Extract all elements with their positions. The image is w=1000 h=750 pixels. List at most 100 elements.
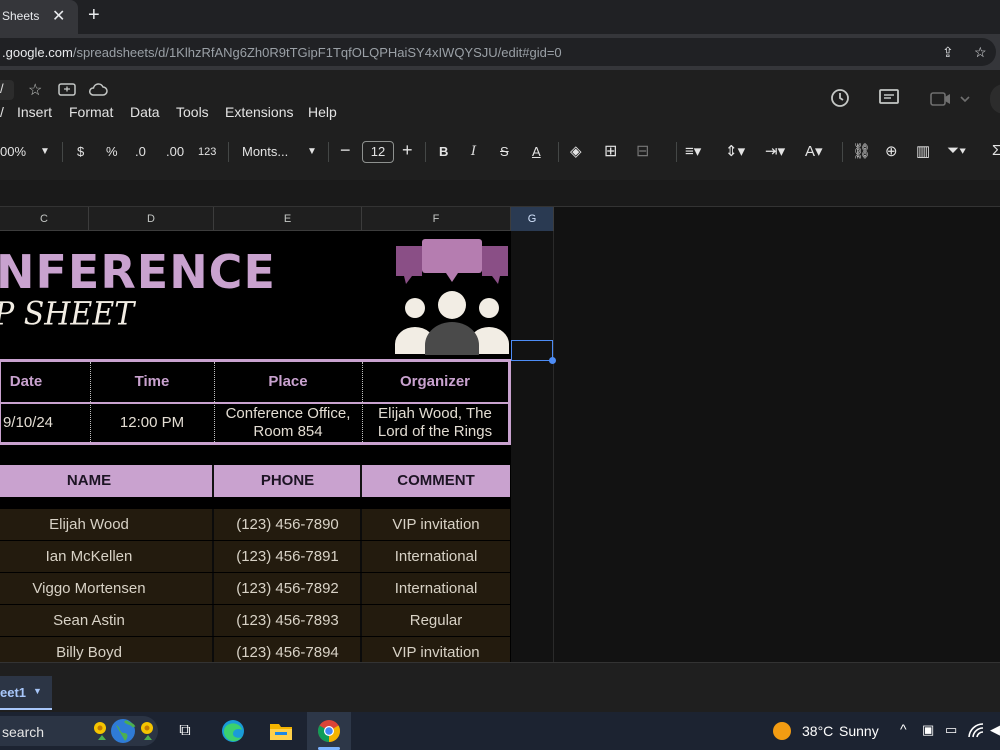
guest-header-phone[interactable]: PHONE: [214, 465, 361, 497]
wifi-icon[interactable]: [968, 723, 984, 739]
currency-button[interactable]: $: [77, 144, 84, 159]
functions-icon[interactable]: Σ: [992, 142, 1000, 159]
bold-icon[interactable]: B: [439, 144, 448, 159]
weather-temperature[interactable]: 38°C: [802, 723, 833, 739]
horizontal-scrollbar[interactable]: [0, 662, 1000, 676]
guest-comment[interactable]: International: [362, 573, 510, 604]
guest-comment[interactable]: International: [362, 541, 510, 572]
strikethrough-icon[interactable]: S: [500, 144, 509, 159]
merge-cells-icon[interactable]: ⊟: [636, 141, 649, 161]
menu-format[interactable]: Format: [69, 104, 113, 120]
info-value-date[interactable]: 9/10/24: [0, 404, 67, 442]
column-header-d[interactable]: D: [89, 207, 214, 231]
font-size-input[interactable]: 12: [362, 141, 394, 163]
guest-name[interactable]: Viggo Mortensen: [0, 573, 178, 604]
menu-fragment[interactable]: /: [0, 104, 4, 120]
bookmark-star-icon[interactable]: ☆: [974, 44, 987, 61]
spreadsheet-grid[interactable]: C D E F G NFERENCE P SHEET Date Time Pla…: [0, 207, 1000, 662]
column-header-f[interactable]: F: [362, 207, 511, 231]
font-select[interactable]: Monts...: [242, 144, 288, 159]
file-explorer-icon[interactable]: [268, 720, 294, 742]
guest-phone[interactable]: (123) 456-7894: [214, 637, 361, 662]
text-rotation-icon[interactable]: A▾: [805, 142, 823, 160]
chrome-icon[interactable]: [317, 719, 341, 743]
vertical-align-icon[interactable]: ⇕▾: [725, 142, 745, 160]
column-g-cells[interactable]: [511, 231, 554, 662]
guest-name[interactable]: Ian McKellen: [0, 541, 178, 572]
doc-title-field[interactable]: /: [0, 80, 14, 100]
guest-phone[interactable]: (123) 456-7892: [214, 573, 361, 604]
tray-overflow-icon[interactable]: ^: [900, 721, 907, 737]
menu-insert[interactable]: Insert: [17, 104, 52, 120]
zoom-select[interactable]: 00%: [0, 144, 26, 159]
guest-phone[interactable]: (123) 456-7891: [214, 541, 361, 572]
info-header-date[interactable]: Date: [0, 362, 61, 402]
move-folder-icon[interactable]: [58, 82, 76, 96]
info-value-place[interactable]: Conference Office, Room 854: [214, 404, 362, 442]
volume-icon[interactable]: ◀: [990, 722, 1000, 738]
meet-now-icon[interactable]: ▣: [922, 722, 934, 738]
menu-extensions[interactable]: Extensions: [225, 104, 293, 120]
table-row[interactable]: Viggo Mortensen (123) 456-7892 Internati…: [0, 573, 510, 604]
table-row[interactable]: Billy Boyd (123) 456-7894 VIP invitation: [0, 637, 510, 662]
sheet-tab[interactable]: eet1 ▼: [0, 676, 52, 710]
info-header-time[interactable]: Time: [90, 362, 214, 402]
table-row[interactable]: Sean Astin (123) 456-7893 Regular: [0, 605, 510, 636]
filter-icon[interactable]: ⏷▾: [947, 142, 966, 159]
text-color-icon[interactable]: A: [532, 144, 541, 159]
sheet-tab-chevron-icon[interactable]: ▼: [33, 686, 42, 696]
menu-tools[interactable]: Tools: [176, 104, 209, 120]
table-row[interactable]: Ian McKellen (123) 456-7891 Internationa…: [0, 541, 510, 572]
comments-icon[interactable]: [878, 88, 900, 108]
insert-link-icon[interactable]: ⛓: [852, 142, 871, 160]
star-icon[interactable]: ☆: [28, 80, 42, 100]
share-icon[interactable]: ⇪: [942, 44, 954, 61]
guest-phone[interactable]: (123) 456-7890: [214, 509, 361, 540]
guest-name[interactable]: Sean Astin: [0, 605, 178, 636]
decrease-decimal-button[interactable]: .0: [135, 144, 146, 159]
fill-handle[interactable]: [549, 357, 556, 364]
info-value-organizer[interactable]: Elijah Wood, The Lord of the Rings: [362, 404, 508, 442]
font-chevron-icon[interactable]: ▼: [307, 146, 317, 157]
font-size-decrease-icon[interactable]: −: [340, 140, 351, 161]
horizontal-align-icon[interactable]: ≡▾: [685, 142, 701, 160]
info-value-time[interactable]: 12:00 PM: [90, 404, 214, 442]
guest-comment[interactable]: Regular: [362, 605, 510, 636]
number-format-button[interactable]: 123: [198, 146, 216, 158]
guest-comment[interactable]: VIP invitation: [362, 509, 510, 540]
info-header-organizer[interactable]: Organizer: [362, 362, 508, 402]
info-header-place[interactable]: Place: [214, 362, 362, 402]
font-size-increase-icon[interactable]: +: [402, 140, 413, 161]
borders-icon[interactable]: ⊞: [604, 141, 617, 161]
battery-icon[interactable]: ▭: [945, 722, 957, 738]
table-row[interactable]: Elijah Wood (123) 456-7890 VIP invitatio…: [0, 509, 510, 540]
weather-description[interactable]: Sunny: [839, 723, 879, 739]
version-history-icon[interactable]: [829, 87, 851, 109]
weather-sun-icon[interactable]: [772, 721, 792, 741]
close-tab-icon[interactable]: ✕: [52, 6, 65, 26]
guest-header-name[interactable]: NAME: [0, 465, 178, 497]
fill-color-icon[interactable]: ◈: [570, 142, 582, 160]
guest-header-comment[interactable]: COMMENT: [362, 465, 510, 497]
zoom-chevron-icon[interactable]: ▼: [40, 146, 50, 157]
guest-phone[interactable]: (123) 456-7893: [214, 605, 361, 636]
selected-cell[interactable]: [511, 340, 553, 361]
percent-button[interactable]: %: [106, 144, 118, 159]
cloud-status-icon[interactable]: [88, 83, 108, 96]
column-header-g[interactable]: G: [511, 207, 554, 231]
menu-data[interactable]: Data: [130, 104, 160, 120]
guest-name[interactable]: Billy Boyd: [0, 637, 178, 662]
increase-decimal-button[interactable]: .00: [166, 144, 184, 159]
new-tab-icon[interactable]: +: [88, 4, 100, 27]
guest-name[interactable]: Elijah Wood: [0, 509, 178, 540]
edge-browser-icon[interactable]: [220, 719, 246, 743]
address-bar[interactable]: .google.com/spreadsheets/d/1KlhzRfANg6Zh…: [0, 38, 996, 66]
column-header-c[interactable]: C: [0, 207, 89, 231]
browser-tab[interactable]: Sheets ✕: [0, 0, 78, 34]
insert-chart-icon[interactable]: ▥: [916, 142, 930, 160]
italic-icon[interactable]: I: [471, 144, 476, 159]
menu-help[interactable]: Help: [308, 104, 337, 120]
insert-comment-icon[interactable]: ⊕: [885, 142, 898, 160]
column-header-e[interactable]: E: [214, 207, 362, 231]
guest-comment[interactable]: VIP invitation: [362, 637, 510, 662]
